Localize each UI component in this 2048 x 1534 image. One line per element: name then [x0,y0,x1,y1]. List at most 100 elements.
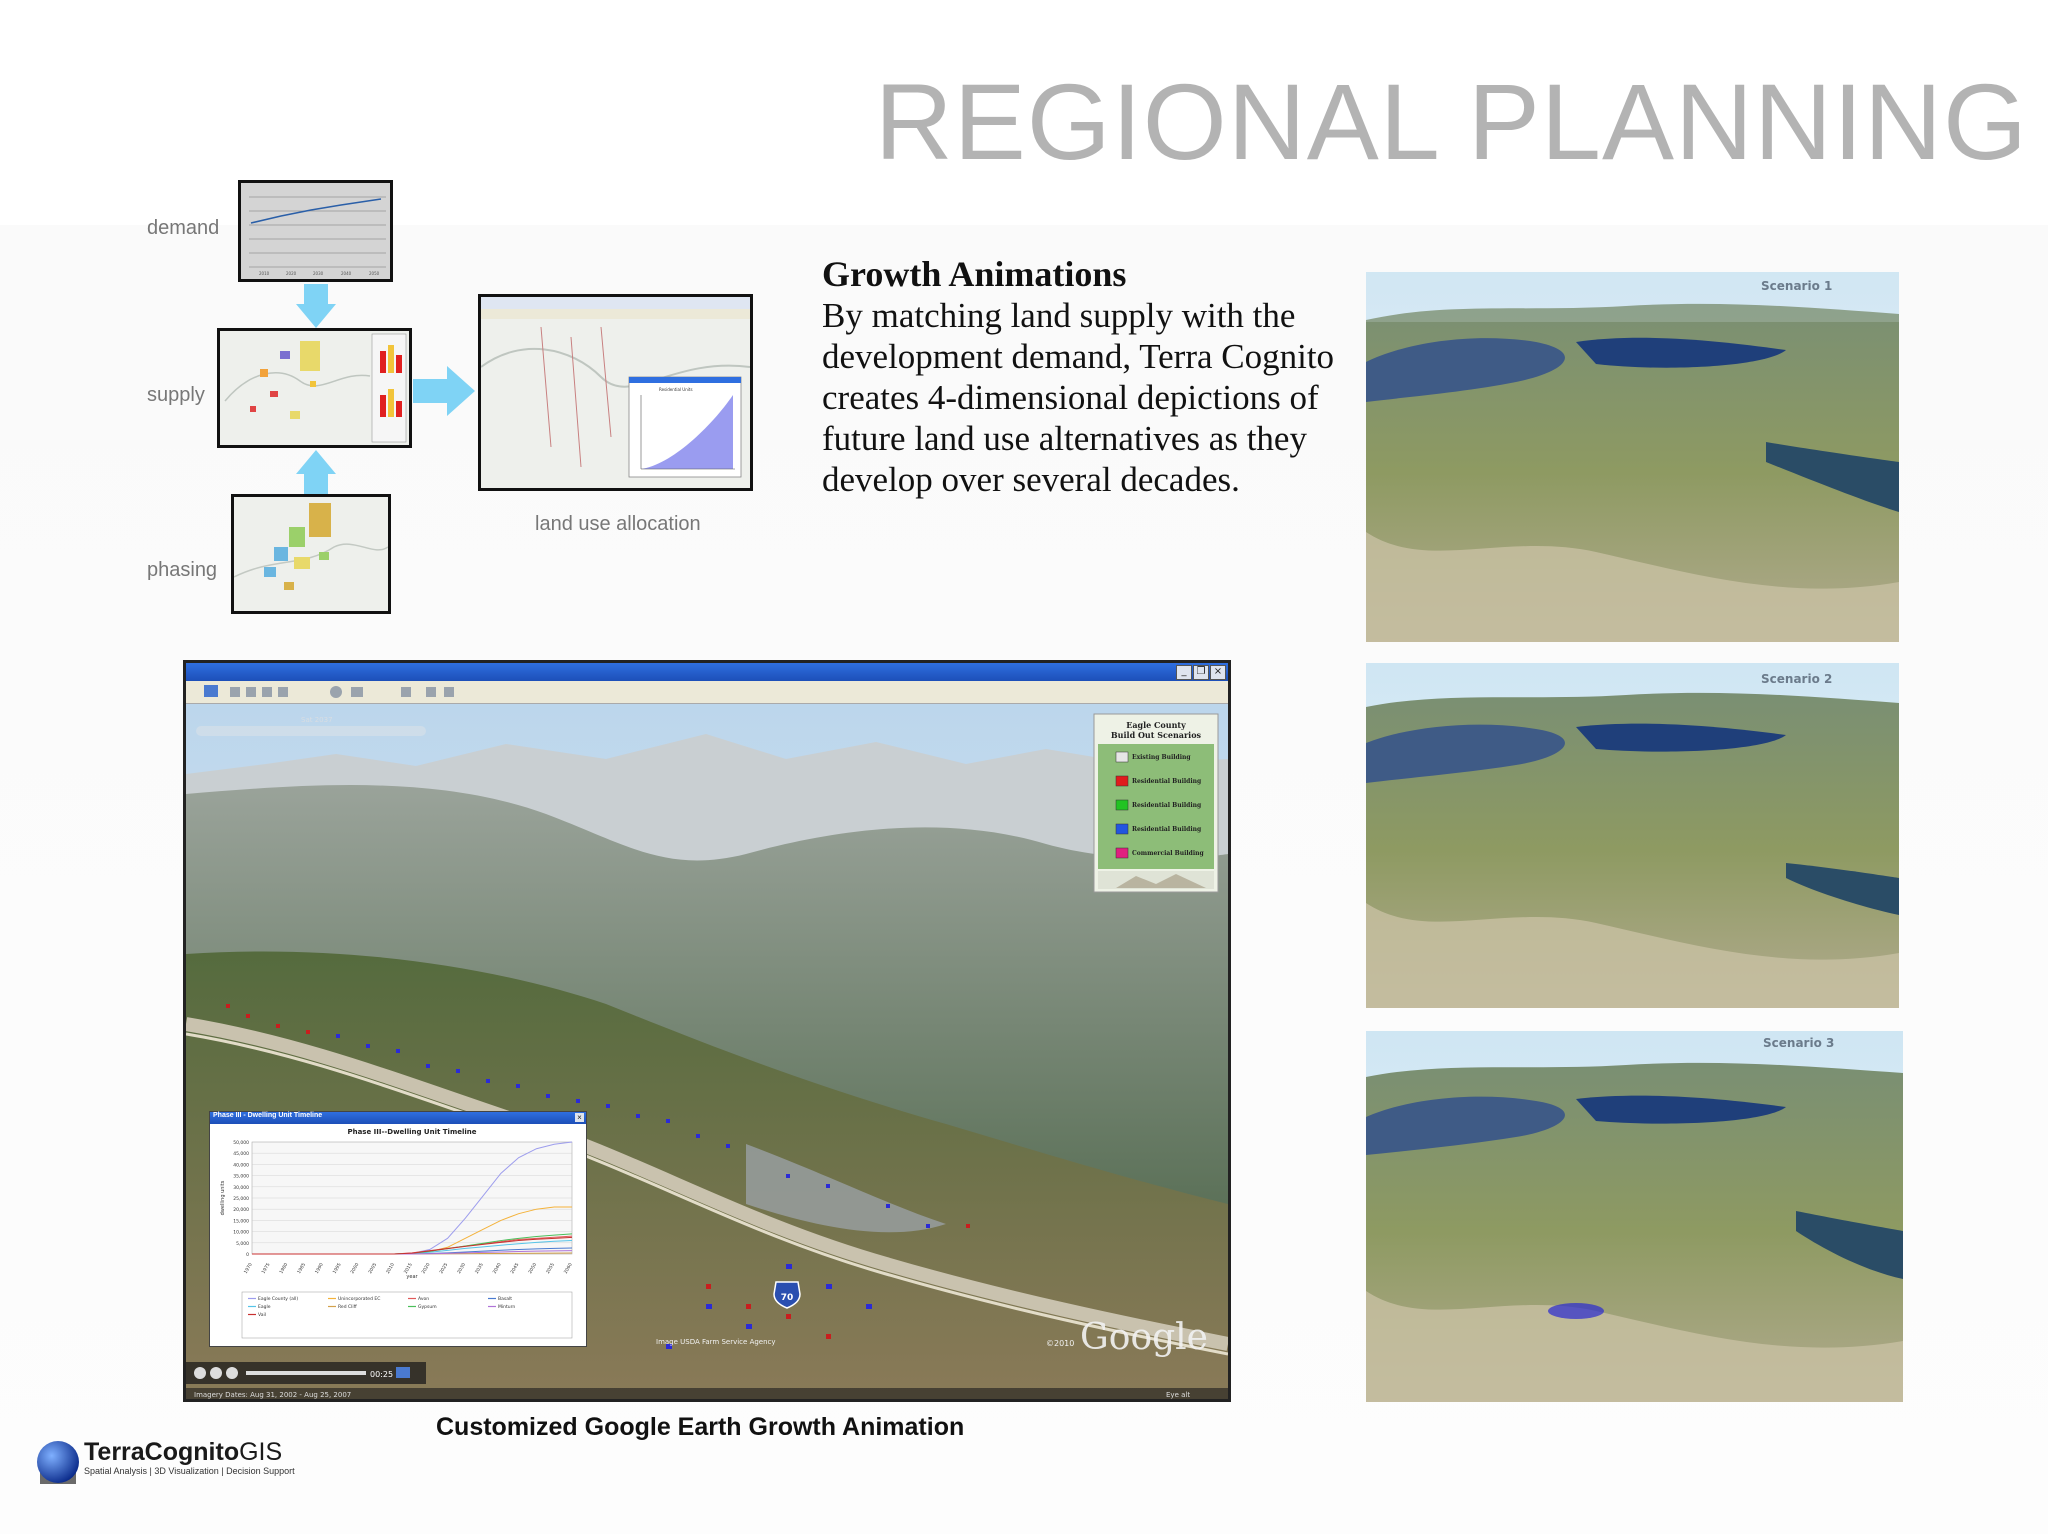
fast-forward-icon [226,1367,238,1379]
x-tick-label: 1995 [332,1262,343,1275]
x-tick-label: 1970 [243,1262,254,1275]
growth-body: By matching land supply with the develop… [822,296,1335,500]
polygon-icon [246,687,256,697]
legend-entry: Eagle [258,1304,271,1310]
supply-map-thumbnail [217,328,412,448]
supply-map-graphic [220,331,409,445]
scenario-2-label: Scenario 2 [1761,672,1832,686]
tour-icon [330,686,342,698]
minimize-icon[interactable]: _ [1176,665,1192,680]
build-out-legend: Eagle County Build Out Scenarios Existin… [1093,713,1219,893]
y-tick-label: 25,000 [233,1196,249,1202]
toolbar-icons [204,685,454,698]
x-tick-label: 2055 [545,1262,556,1275]
eye-altitude: Eye alt [1166,1391,1190,1399]
legend-swatch-1 [1115,775,1129,787]
svg-text:2050: 2050 [369,271,380,276]
demand-label: demand [147,217,220,239]
x-tick-label: 2025 [438,1262,449,1275]
x-tick-label: 2035 [474,1262,485,1275]
y-axis-label: dwelling units [220,1180,226,1215]
tour-timer: 00:25 [370,1370,393,1379]
y-tick-label: 45,000 [233,1151,249,1157]
x-tick-label: 2020 [421,1262,432,1275]
logo-tagline: Spatial Analysis | 3D Visualization | De… [84,1466,295,1476]
rewind-icon [194,1367,206,1379]
legend-label-0: Existing Building [1132,754,1191,761]
terracognito-globe-logo-icon [37,1441,79,1484]
save-tour-icon [396,1367,410,1378]
svg-text:2040: 2040 [341,271,352,276]
earth-toolbar [186,681,1228,704]
close-icon[interactable]: × [1210,665,1226,680]
x-tick-label: 2060 [563,1262,574,1275]
x-tick-label: 1975 [261,1262,272,1275]
google-earth-window: _ ❐ × Sat 2037 Eagle County Build Out Sc… [183,660,1231,1402]
google-watermark: Google [1080,1317,1208,1358]
x-tick-label: 1990 [314,1262,325,1275]
chart-title: Phase III--Dwelling Unit Timeline [347,1128,476,1136]
email-icon [426,687,436,697]
logo-name-a: TerraCognito [84,1438,240,1466]
x-tick-label: 1980 [278,1262,289,1275]
legend-entry: Minturn [498,1304,515,1310]
legend-entry: Gypsum [418,1304,437,1310]
imagery-dates: Imagery Dates: Aug 31, 2002 - Aug 25, 20… [194,1391,351,1399]
land-use-allocation-graphic: Residential Units [481,297,750,488]
phasing-map-graphic [234,497,388,611]
y-tick-label: 30,000 [233,1185,249,1191]
time-slider-date: Sat 2037 [301,716,333,724]
legend-swatch-0 [1115,751,1129,763]
terracognito-logo: TerraCognitoGIS Spatial Analysis | 3D Vi… [84,1438,295,1476]
overlay-icon [278,687,288,697]
legend-entry: Unincorporated EC [338,1296,380,1302]
tour-playback-controls[interactable]: 00:25 [186,1362,426,1384]
popup-close-icon[interactable]: × [575,1113,584,1122]
legend-entry: Eagle County (all) [258,1296,298,1302]
scenario-3-image: Scenario 3 [1366,1031,1903,1402]
arrow-down-icon [296,284,336,328]
restore-icon[interactable]: ❐ [1193,665,1209,680]
y-tick-label: 0 [246,1252,249,1258]
land-use-allocation-label: land use allocation [535,513,701,535]
x-tick-label: 2015 [403,1262,414,1275]
legend-label-3: Residential Building [1132,826,1202,833]
scenario-3-terrain: Scenario 3 [1366,1031,1903,1402]
tour-progress-bar [246,1371,366,1375]
demand-chart-thumbnail: 2010 2020 2030 2040 2050 [238,180,393,282]
path-icon [262,687,272,697]
slide-title: REGIONAL PLANNING [874,61,2028,182]
scenario-1-label: Scenario 1 [1761,279,1832,293]
x-tick-label: 2010 [385,1262,396,1275]
x-tick-label: 2040 [492,1262,503,1275]
usda-credit: Image USDA Farm Service Agency [656,1338,776,1346]
scenario-1-terrain: Scenario 1 [1366,272,1899,642]
legend-label-1: Residential Building [1132,778,1202,785]
historical-imagery-icon [351,687,363,697]
window-title-bar: _ ❐ × [186,663,1228,681]
growth-heading: Growth Animations [822,254,1127,294]
play-icon [210,1367,222,1379]
placemark-icon [230,687,240,697]
demand-chart-graphic: 2010 2020 2030 2040 2050 [241,183,390,279]
legend-title-1: Eagle County [1126,720,1186,730]
y-tick-label: 50,000 [233,1140,249,1146]
popup-title-bar: Phase III - Dwelling Unit Timeline × [210,1112,586,1124]
x-axis-label: year [406,1274,418,1280]
y-tick-label: 5,000 [236,1241,249,1247]
logo-name-b: GIS [239,1438,283,1466]
earth-caption: Customized Google Earth Growth Animation [436,1413,965,1441]
x-tick-label: 2005 [367,1262,378,1275]
sidebar-toggle-icon [204,685,218,697]
y-tick-label: 15,000 [233,1218,249,1224]
scenario-2-image: Scenario 2 [1366,663,1899,1008]
print-icon [444,687,454,697]
scenario-2-terrain: Scenario 2 [1366,663,1899,1008]
scenario-3-label: Scenario 3 [1763,1036,1834,1050]
svg-text:70: 70 [781,1293,794,1303]
phasing-label: phasing [147,559,218,581]
scenario-1-image: Scenario 1 [1366,272,1899,642]
legend-title-2: Build Out Scenarios [1111,730,1202,740]
land-use-allocation-thumbnail: Residential Units [478,294,753,491]
y-tick-label: 35,000 [233,1174,249,1180]
